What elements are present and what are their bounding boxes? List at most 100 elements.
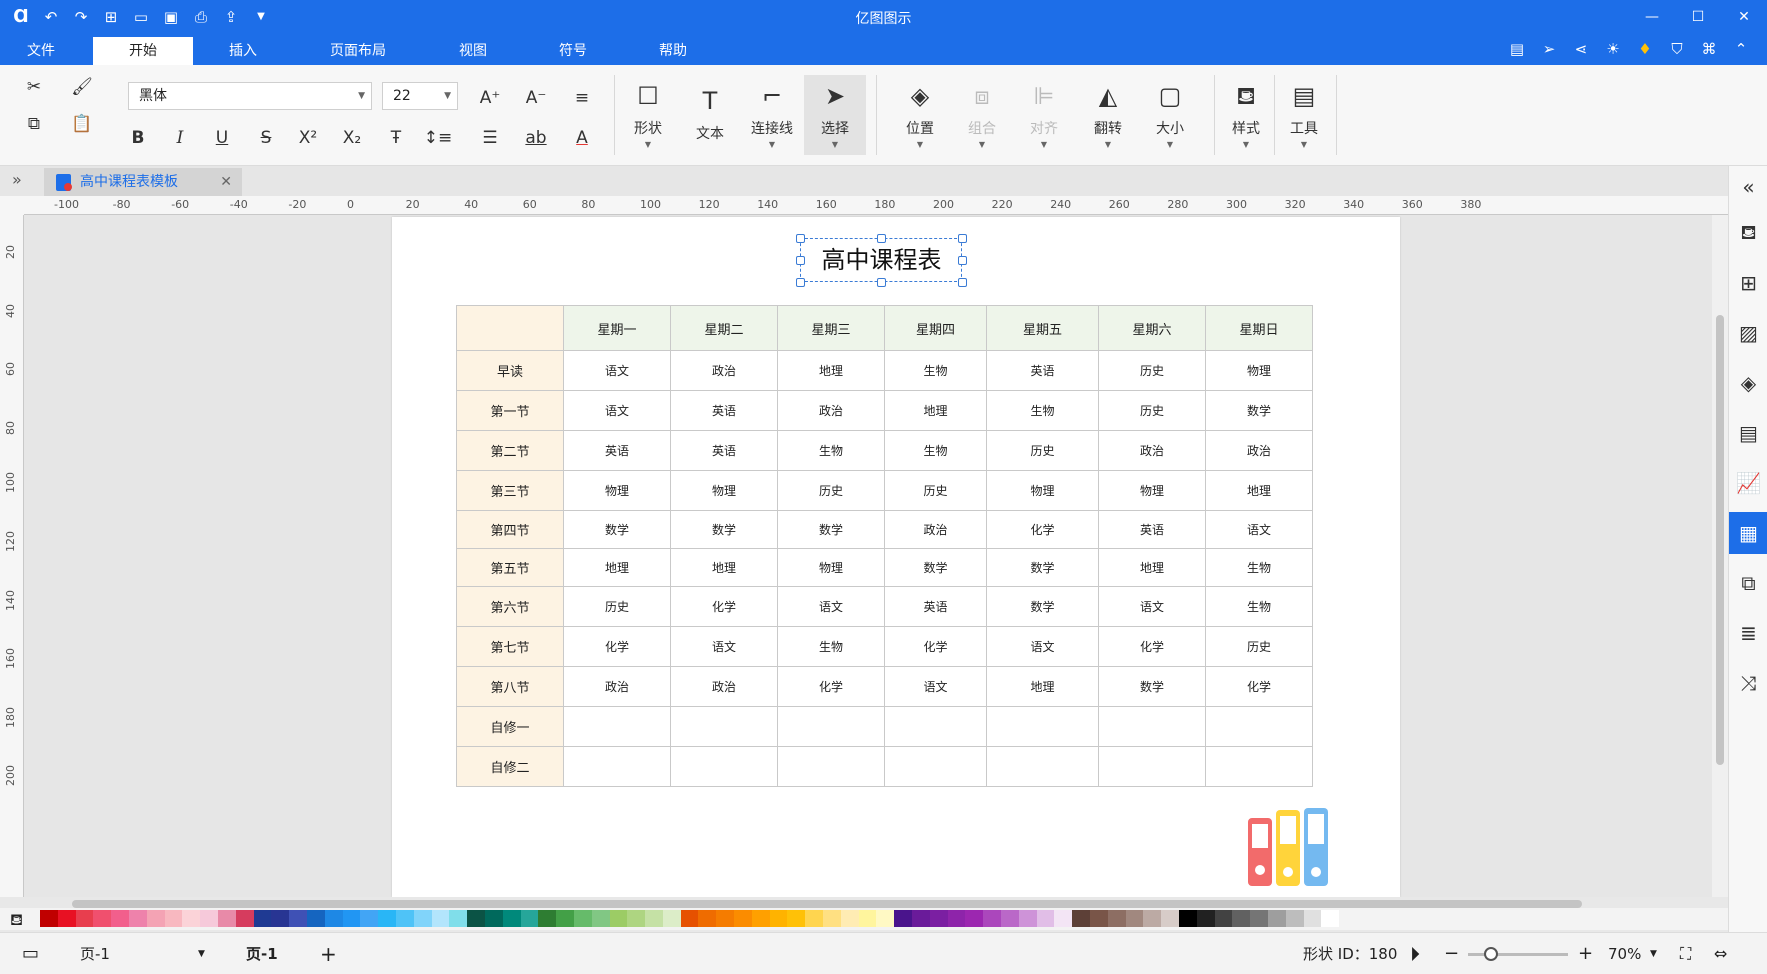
subject-cell[interactable]: 物理 — [670, 470, 778, 511]
color-swatch[interactable] — [217, 910, 236, 927]
subject-cell[interactable]: 物理 — [1098, 470, 1206, 511]
paste-icon[interactable]: 📋 — [66, 108, 98, 140]
color-swatch[interactable] — [769, 910, 788, 927]
subject-cell[interactable]: 历史 — [1098, 350, 1206, 391]
period-cell[interactable]: 第三节 — [456, 470, 564, 511]
subject-cell[interactable] — [884, 706, 987, 747]
color-swatch[interactable] — [1321, 910, 1340, 927]
subject-cell[interactable]: 数学 — [986, 548, 1099, 587]
subject-cell[interactable]: 地理 — [986, 666, 1099, 707]
app-logo-icon[interactable]: Ɑ — [6, 6, 36, 27]
period-cell[interactable]: 第七节 — [456, 626, 564, 667]
tab-symbols[interactable]: 符号 — [533, 37, 613, 65]
subject-cell[interactable]: 语文 — [563, 390, 671, 431]
color-swatch[interactable] — [573, 910, 592, 927]
save-icon[interactable]: ▣ — [156, 8, 186, 26]
color-swatch[interactable] — [413, 910, 432, 927]
color-swatch[interactable] — [306, 910, 325, 927]
apps-icon[interactable]: ⌘ — [1693, 40, 1725, 58]
color-swatch[interactable] — [1018, 910, 1037, 927]
day-header[interactable]: 星期二 — [670, 305, 778, 351]
subject-cell[interactable]: 英语 — [670, 430, 778, 471]
fit-width-icon[interactable]: ⇔ — [1714, 933, 1727, 974]
corner-cell[interactable] — [456, 305, 564, 351]
image-panel-icon[interactable]: ▨ — [1729, 312, 1767, 354]
chart-panel-icon[interactable]: 📈 — [1729, 462, 1767, 504]
layers-panel-icon[interactable]: ◈ — [1729, 362, 1767, 404]
subject-cell[interactable]: 生物 — [986, 390, 1099, 431]
color-swatch[interactable] — [128, 910, 147, 927]
subject-cell[interactable]: 政治 — [884, 510, 987, 549]
subject-cell[interactable]: 化学 — [884, 626, 987, 667]
period-cell[interactable]: 第六节 — [456, 586, 564, 627]
subject-cell[interactable]: 化学 — [563, 626, 671, 667]
subject-cell[interactable] — [1205, 706, 1313, 747]
add-page-icon[interactable]: + — [320, 933, 337, 974]
day-header[interactable]: 星期日 — [1205, 305, 1313, 351]
color-swatch[interactable] — [467, 910, 485, 927]
subject-cell[interactable]: 历史 — [1205, 626, 1313, 667]
color-swatch[interactable] — [1090, 910, 1108, 927]
export-icon[interactable]: ⇪ — [216, 8, 246, 26]
color-swatch[interactable] — [929, 910, 948, 927]
text-highlight-icon[interactable]: ab — [520, 122, 552, 154]
collapse-ribbon-icon[interactable]: ⌃ — [1725, 40, 1757, 58]
tab-page-layout[interactable]: 页面布局 — [308, 37, 408, 65]
page-selector[interactable]: 页-1 ▼ — [80, 933, 210, 974]
color-swatch[interactable] — [947, 910, 966, 927]
color-swatch[interactable] — [894, 910, 913, 927]
period-cell[interactable]: 早读 — [456, 350, 564, 391]
color-swatch[interactable] — [1001, 910, 1019, 927]
color-swatch[interactable] — [342, 910, 361, 927]
color-swatch[interactable] — [876, 910, 895, 927]
schedule-table[interactable]: 星期一 星期二 星期三 星期四 星期五 星期六 星期日 早读 语文 政治 地理 生物 英语… — [456, 305, 1313, 787]
position-button[interactable]: ◈ 位置 ▼ — [892, 75, 948, 155]
color-swatch[interactable] — [40, 910, 58, 927]
customize-toolbar-icon[interactable]: ▼ — [246, 11, 276, 22]
color-swatch[interactable] — [840, 910, 859, 927]
open-folder-icon[interactable]: ▭ — [126, 8, 156, 26]
period-cell[interactable]: 自修一 — [456, 706, 564, 747]
flip-button[interactable]: ◭ 翻转 ▼ — [1080, 75, 1136, 155]
subject-cell[interactable]: 语文 — [986, 626, 1099, 667]
subject-cell[interactable]: 地理 — [670, 548, 778, 587]
table-panel-icon[interactable]: ▦ — [1729, 512, 1767, 554]
color-swatch[interactable] — [360, 910, 379, 927]
color-swatch[interactable] — [449, 910, 468, 927]
subject-cell[interactable] — [670, 746, 778, 787]
subject-cell[interactable]: 物理 — [777, 548, 885, 587]
tab-file[interactable]: 文件 — [0, 37, 82, 65]
subject-cell[interactable]: 生物 — [777, 430, 885, 471]
subject-cell[interactable]: 英语 — [670, 390, 778, 431]
subject-cell[interactable] — [777, 746, 885, 787]
color-swatch[interactable] — [823, 910, 841, 927]
color-swatch[interactable] — [698, 910, 717, 927]
subject-cell[interactable]: 历史 — [1098, 390, 1206, 431]
subject-cell[interactable]: 政治 — [1205, 430, 1313, 471]
style-button[interactable]: ⛾ 样式 ▼ — [1218, 75, 1274, 155]
color-swatch[interactable] — [912, 910, 930, 927]
font-color-icon[interactable]: A — [566, 122, 598, 154]
fit-page-icon[interactable]: ⛶ — [1680, 933, 1691, 974]
subject-cell[interactable]: 地理 — [563, 548, 671, 587]
connector-tool-button[interactable]: ⌐ 连接线 ▼ — [744, 75, 800, 155]
resize-handle[interactable] — [958, 234, 967, 243]
format-panel-icon[interactable]: ≣ — [1729, 612, 1767, 654]
subject-cell[interactable]: 数学 — [1098, 666, 1206, 707]
color-swatch[interactable] — [965, 910, 984, 927]
color-swatch[interactable] — [378, 910, 396, 927]
superscript-icon[interactable]: X² — [292, 122, 324, 154]
subject-cell[interactable]: 政治 — [1098, 430, 1206, 471]
fill-bucket-icon[interactable]: ⛾ — [10, 910, 23, 931]
color-swatch[interactable] — [182, 910, 201, 927]
color-swatch[interactable] — [1125, 910, 1144, 927]
size-button[interactable]: ▢ 大小 ▼ — [1142, 75, 1198, 155]
subject-cell[interactable]: 地理 — [884, 390, 987, 431]
subject-cell[interactable]: 语文 — [884, 666, 987, 707]
shape-tool-button[interactable]: ☐ 形状 ▼ — [620, 75, 676, 155]
bold-icon[interactable]: B — [122, 122, 154, 154]
resize-handle[interactable] — [958, 256, 967, 265]
subject-cell[interactable]: 数学 — [884, 548, 987, 587]
subject-cell[interactable]: 数学 — [1205, 390, 1313, 431]
color-swatch[interactable] — [1179, 910, 1197, 927]
